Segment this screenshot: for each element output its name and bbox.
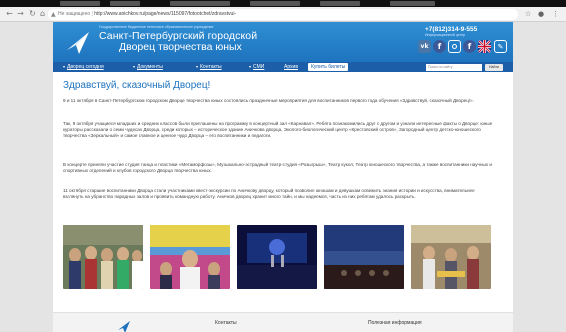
chevron-down-icon: ▾	[63, 64, 66, 69]
reload-icon[interactable]: ↻	[28, 9, 37, 19]
chevron-down-icon: ▾	[133, 64, 136, 69]
browser-toolbar: ← → ↻ ⌂ ▲ Не защищено | http://www.anich…	[0, 7, 566, 22]
star-icon[interactable]: ☆	[525, 9, 531, 19]
forward-icon[interactable]: →	[16, 9, 25, 19]
article-title: Здравствуй, сказочный Дворец!	[63, 80, 211, 91]
article-paragraph: 11 октября старшие воспитанники Дворца с…	[63, 188, 475, 199]
back-icon[interactable]: ←	[5, 9, 14, 19]
org-type-text: Государственное бюджетное нетиповое обра…	[99, 25, 214, 29]
search-input[interactable]: Поиск по сайту	[426, 63, 482, 71]
footer-logo[interactable]	[117, 319, 131, 332]
address-bar[interactable]: ▲ Не защищено | http://www.anichkov.ru/p…	[48, 9, 518, 20]
nav-item-documents[interactable]: ▾ Документы	[133, 63, 163, 71]
nav-label: Документы	[137, 64, 163, 70]
footer-contacts-heading: Контакты	[215, 320, 237, 326]
menu-icon[interactable]: ⋮	[552, 9, 559, 19]
nav-item-archive[interactable]: Архив	[284, 63, 298, 71]
url-text: http://www.anichkov.ru/page/news/115097/…	[94, 11, 237, 17]
phone-caption: Информационный центр	[425, 33, 466, 37]
article-paragraph: Так, 9 октября учащиеся младших и средни…	[63, 121, 493, 138]
facebook-icon[interactable]: f	[433, 40, 446, 53]
facebook-icon[interactable]: f	[463, 40, 476, 53]
gallery-photo[interactable]	[237, 225, 317, 289]
security-label: Не защищено	[58, 11, 91, 17]
site-title-line2[interactable]: Дворец творчества юных	[119, 41, 242, 53]
home-icon[interactable]: ⌂	[38, 9, 47, 19]
site-footer: Контакты Полезная информация	[53, 312, 513, 332]
site-header: Государственное бюджетное нетиповое обра…	[53, 22, 513, 62]
chevron-down-icon: ▾	[196, 64, 199, 69]
warning-icon: ▲	[51, 11, 56, 18]
nav-item-media[interactable]: ▾ СМИ	[249, 63, 264, 71]
account-icon[interactable]: ●	[538, 9, 544, 19]
search-button[interactable]: Найти	[485, 63, 503, 71]
web-page: Государственное бюджетное нетиповое обра…	[53, 22, 513, 332]
nav-label: Контакты	[200, 64, 222, 70]
gallery-photo[interactable]	[411, 225, 491, 289]
gallery-photo[interactable]	[324, 225, 404, 289]
edit-icon[interactable]: ✎	[494, 40, 507, 53]
phone-number[interactable]: +7(812)314-9-555	[425, 26, 477, 33]
buy-tickets-button[interactable]: Купить билеты	[308, 63, 349, 71]
nav-label: СМИ	[253, 64, 265, 70]
chevron-down-icon: ▾	[249, 64, 252, 69]
english-flag-icon[interactable]	[478, 40, 491, 53]
article-paragraph: 9 и 11 октября в Санкт-Петербургском гор…	[63, 98, 474, 103]
footer-useful-info-heading: Полезная информация	[368, 320, 422, 326]
site-logo[interactable]	[65, 28, 91, 56]
nav-item-palace-today[interactable]: ▾ Дворец сегодня	[63, 63, 104, 71]
page-margin-right	[513, 22, 566, 332]
page-margin-left	[0, 22, 53, 332]
article-paragraph: В концерте приняли участие студия танца …	[63, 162, 492, 173]
nav-item-contacts[interactable]: ▾ Контакты	[196, 63, 222, 71]
instagram-icon[interactable]	[448, 40, 461, 53]
nav-label: Дворец сегодня	[67, 64, 104, 70]
top-strip	[0, 0, 566, 7]
gallery-photo[interactable]	[63, 225, 143, 289]
gallery-photo[interactable]	[150, 225, 230, 289]
main-nav: ▾ Дворец сегодня ▾ Документы ▾ Контакты ▾ СМ…	[53, 62, 513, 72]
vk-icon[interactable]: vk	[418, 40, 431, 53]
